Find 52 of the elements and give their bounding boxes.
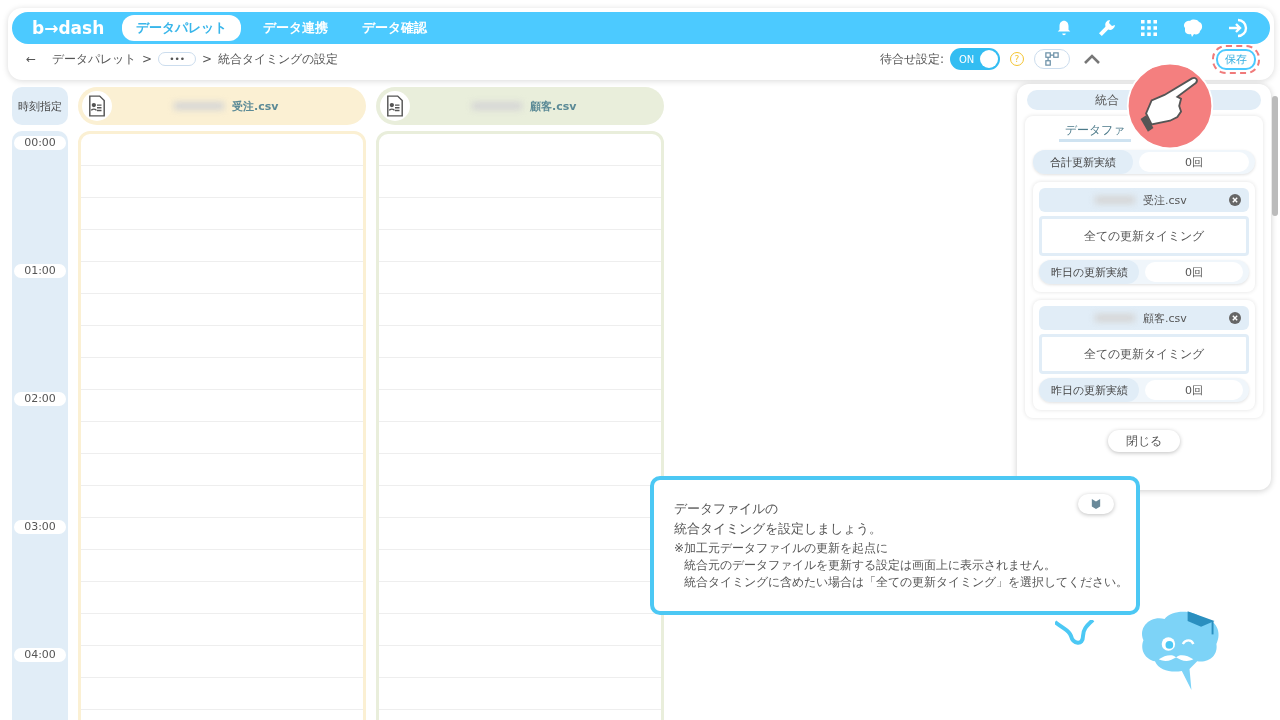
breadcrumb-link[interactable]: データパレット — [52, 50, 137, 68]
close-icon[interactable] — [1229, 312, 1241, 324]
close-icon[interactable] — [1229, 194, 1241, 206]
scrollbar[interactable] — [1272, 96, 1278, 216]
file-name: 受注.csv — [1143, 192, 1188, 208]
wrench-icon[interactable] — [1097, 18, 1117, 38]
nav-tab[interactable]: データ連携 — [251, 15, 341, 41]
tip-title: 統合タイミングを設定しましょう。 — [674, 520, 882, 538]
tip-note: 統合元のデータファイルを更新する設定は画面上に表示されません。 — [683, 557, 1056, 574]
logout-icon[interactable] — [1227, 18, 1249, 38]
document-icon — [380, 91, 410, 121]
timing-select[interactable]: 全ての更新タイミング — [1039, 216, 1249, 256]
nav-tab[interactable]: データ確認 — [350, 15, 440, 41]
breadcrumb-separator: > — [142, 52, 153, 66]
wait-setting-label: 待合せ設定: — [879, 50, 944, 68]
time-label: 03:00 — [14, 520, 66, 534]
stat-value: 0回 — [1145, 380, 1243, 400]
file-name: 顧客.csv — [530, 98, 577, 114]
stat-label: 昨日の更新実績 — [1039, 378, 1139, 402]
mascot-icon[interactable] — [1181, 18, 1203, 38]
time-label: 02:00 — [14, 392, 66, 406]
timing-select[interactable]: 全ての更新タイミング — [1039, 334, 1249, 374]
stat-value: 0回 — [1139, 152, 1249, 172]
more-button[interactable]: ••• — [158, 52, 197, 66]
time-header: 時刻指定 — [12, 87, 68, 125]
nav-tab[interactable]: データパレット — [122, 15, 242, 41]
back-arrow[interactable]: ← — [26, 52, 37, 66]
file-name: 受注.csv — [232, 98, 279, 114]
time-label: 04:00 — [14, 648, 66, 662]
tip-note: 統合タイミングに含めたい場合は「全ての更新タイミング」を選択してください。 — [683, 574, 1128, 591]
stat-label: 昨日の更新実績 — [1039, 260, 1139, 284]
grid-icon[interactable] — [1141, 20, 1157, 36]
flow-button[interactable] — [1034, 49, 1070, 69]
collapse-icon[interactable] — [1084, 54, 1100, 64]
file-name: 顧客.csv — [1143, 310, 1188, 326]
logo[interactable]: b→dash — [32, 18, 105, 38]
beginner-mark-icon — [1091, 498, 1101, 510]
bell-icon[interactable] — [1055, 19, 1073, 37]
time-label: 01:00 — [14, 264, 66, 278]
stat-value: 0回 — [1145, 262, 1243, 282]
blurred-text — [174, 102, 224, 110]
tip-title: データファイルの — [674, 500, 778, 518]
breadcrumb-separator: > — [202, 52, 213, 66]
stat-label: 合計更新実績 — [1033, 150, 1133, 174]
document-icon — [82, 91, 112, 121]
toggle-switch[interactable]: ON — [950, 48, 1000, 70]
beginner-button[interactable] — [1078, 494, 1114, 514]
time-label: 00:00 — [14, 136, 66, 150]
close-button[interactable]: 閉じる — [1108, 430, 1180, 452]
tip-note: ※加工元データファイルの更新を起点に — [674, 540, 889, 557]
breadcrumb-current: 統合タイミングの設定 — [218, 50, 339, 68]
flow-icon — [1045, 52, 1059, 66]
